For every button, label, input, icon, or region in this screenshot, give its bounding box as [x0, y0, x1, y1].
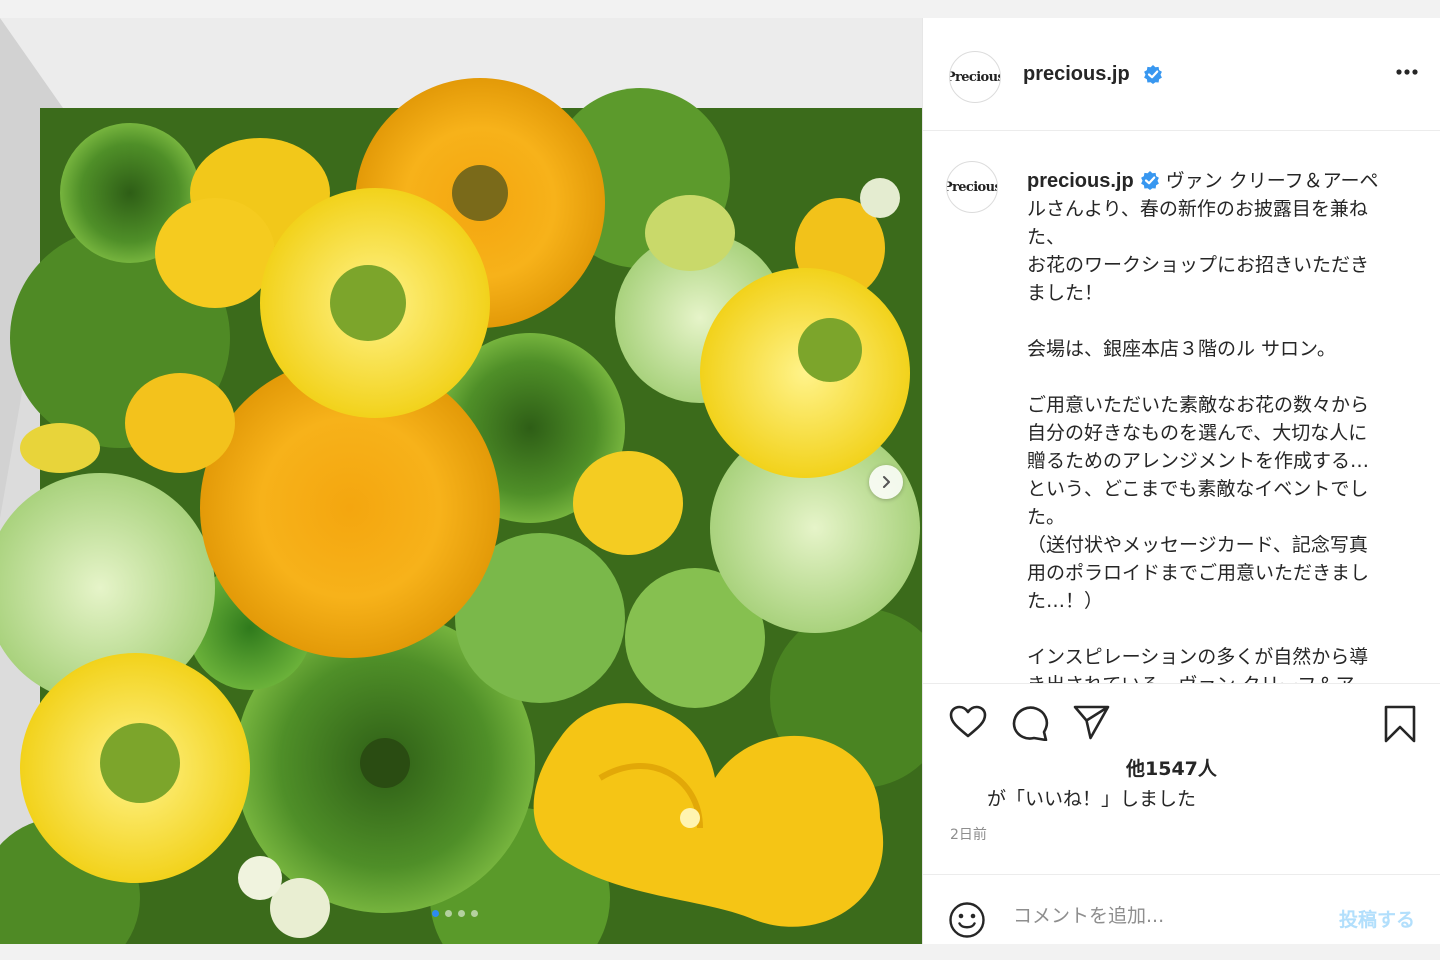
post-actions: 他1547人 が「いいね！」しました 2日前 [923, 683, 1440, 874]
caption-line: 会場は、銀座本店３階のル サロン。 [1027, 338, 1336, 360]
flower-box-image [0, 18, 922, 944]
avatar[interactable]: Precious [949, 51, 1001, 103]
carousel-dot [458, 910, 465, 917]
comment-input[interactable] [1011, 897, 1315, 935]
caption-line: き出されている、ヴァン クリーフ＆ア [1027, 674, 1354, 683]
carousel-dot [432, 910, 439, 917]
caption-first-line: ヴァン クリーフ＆アーペ [1165, 170, 1379, 192]
caption-line: （送付状やメッセージカード、記念写真 [1027, 534, 1368, 556]
caption-line: お花のワークショップにお招きいただき [1027, 254, 1370, 276]
carousel-dot [445, 910, 452, 917]
post-photo[interactable] [0, 18, 922, 944]
send-icon[interactable] [1073, 705, 1111, 741]
carousel-dot [471, 910, 478, 917]
caption-username-link[interactable]: precious.jp [1027, 170, 1134, 192]
carousel-indicator [432, 910, 478, 917]
caption-line: 用のポラロイドまでご用意いただきまし [1027, 562, 1370, 584]
username-link[interactable]: precious.jp [1023, 63, 1130, 86]
caption-line: 自分の好きなものを選んで、大切な人に [1027, 422, 1368, 444]
verified-badge-icon [1140, 171, 1159, 190]
caption-line: た、 [1027, 226, 1066, 248]
post-caption: precious.jp ヴァン クリーフ＆アーペルさんより、春の新作のお披露目を… [1027, 167, 1422, 683]
emoji-icon[interactable] [948, 901, 986, 939]
comment-bar: 投稿する [923, 874, 1440, 944]
caption-line: た…！） [1027, 590, 1104, 612]
chevron-right-icon [883, 476, 890, 488]
caption-line: ました！ [1027, 282, 1104, 304]
post-header: Precious precious.jp [923, 18, 1440, 131]
caption-line: た。 [1027, 506, 1066, 528]
verified-badge-icon [1144, 65, 1162, 84]
post-comment-button[interactable]: 投稿する [1339, 905, 1415, 932]
comment-icon[interactable] [1011, 705, 1049, 741]
post-side-panel: Precious precious.jp Precious precious.j… [922, 18, 1440, 944]
caption-line: ルさんより、春の新作のお披露目を兼ね [1027, 198, 1368, 220]
instagram-post: Precious precious.jp Precious precious.j… [0, 18, 1440, 944]
caption-line: という、どこまでも素敵なイベントでし [1027, 478, 1369, 500]
next-photo-button[interactable] [869, 465, 903, 499]
caption-line: 贈るためのアレンジメントを作成する… [1027, 450, 1370, 472]
more-options-icon[interactable] [1396, 69, 1418, 75]
likes-text: が「いいね！」しました [987, 788, 1197, 810]
avatar[interactable]: Precious [946, 161, 998, 213]
avatar-logo-text: Precious [947, 179, 997, 195]
caption-area[interactable]: Precious precious.jp ヴァン クリーフ＆アーペルさんより、春… [923, 131, 1440, 683]
bookmark-icon[interactable] [1383, 705, 1417, 743]
caption-line: インスピレーションの多くが自然から導 [1027, 646, 1369, 668]
avatar-logo-text: Precious [950, 69, 1000, 85]
likes-count[interactable]: 他1547人 [1126, 754, 1217, 781]
post-timestamp[interactable]: 2日前 [950, 824, 987, 844]
caption-line: ご用意いただいた素敵なお花の数々から [1027, 394, 1370, 416]
heart-icon[interactable] [949, 705, 987, 739]
